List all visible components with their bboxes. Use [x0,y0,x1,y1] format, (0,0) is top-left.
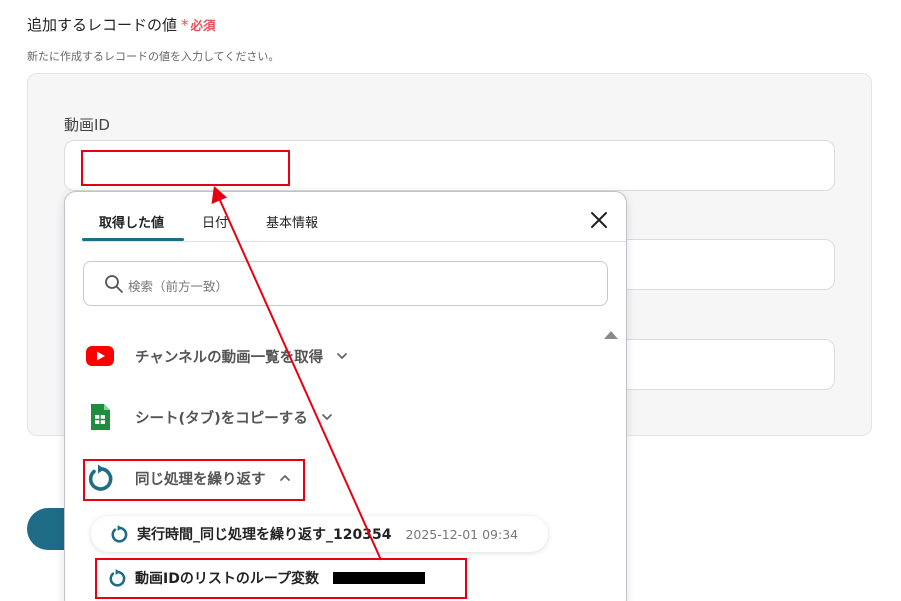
tab-basic-info[interactable]: 基本情報 [266,212,318,231]
group-copy-sheet[interactable]: シート(タブ)をコピーする [85,399,334,435]
value-picker-popup: 取得した値 日付 基本情報 検索（前方一致） チャンネルの動画一覧を取得 シート… [64,191,627,601]
annotation-box-loop-group [83,459,305,501]
sub-item-execution-time[interactable]: 実行時間_同じ処理を繰り返す_120354 2025-12-01 09:34 [91,516,549,552]
sub-item-label: 実行時間_同じ処理を繰り返す_120354 [137,527,392,543]
tab-acquired-values[interactable]: 取得した値 [99,212,164,231]
required-mark: * [181,16,189,34]
section-description: 新たに作成するレコードの値を入力してください。 [27,50,280,63]
loop-icon [111,525,128,543]
group-youtube-channel-videos[interactable]: チャンネルの動画一覧を取得 [85,338,349,374]
search-icon [105,275,123,293]
chevron-down-icon [337,353,347,359]
section-title: 追加するレコードの値 * 必須 [27,14,216,35]
section-title-text: 追加するレコードの値 [27,16,178,34]
annotation-box-input [81,150,290,186]
chevron-down-icon [321,414,332,420]
video-id-label: 動画ID [64,116,110,134]
required-badge: 必須 [190,18,216,33]
tab-date[interactable]: 日付 [202,212,228,231]
group-label: チャンネルの動画一覧を取得 [135,349,324,366]
scroll-up-arrow[interactable] [604,331,618,339]
close-button[interactable] [587,208,611,232]
google-sheets-icon [85,402,115,432]
group-label: シート(タブ)をコピーする [135,410,308,427]
search-box[interactable]: 検索（前方一致） [83,261,608,306]
annotation-box-loop-variable [95,558,467,599]
sub-item-timestamp: 2025-12-01 09:34 [405,526,519,542]
search-placeholder: 検索（前方一致） [128,279,229,294]
tab-divider [82,241,626,242]
close-icon [591,212,607,228]
youtube-icon [85,341,115,371]
